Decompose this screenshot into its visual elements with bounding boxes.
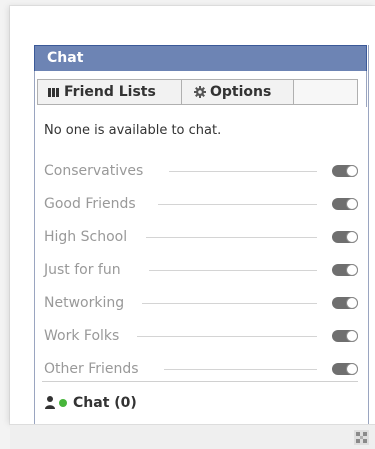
- friend-list-label: Just for fun: [44, 262, 121, 278]
- friend-list-label: High School: [44, 229, 128, 245]
- online-status-dot: [59, 399, 67, 407]
- friend-list-toggle[interactable]: [332, 264, 358, 276]
- friend-list-toggle[interactable]: [332, 198, 358, 210]
- friend-list-other-friends[interactable]: Other Friends: [44, 358, 358, 380]
- resize-grip-icon[interactable]: [354, 430, 369, 445]
- friend-list-toggle[interactable]: [332, 330, 358, 342]
- chat-status-text: No one is available to chat.: [44, 123, 222, 138]
- toggle-knob: [347, 199, 357, 209]
- row-divider: [137, 336, 317, 337]
- chat-title: Chat: [47, 50, 84, 66]
- friend-list-toggle[interactable]: [332, 297, 358, 309]
- gear-icon: [194, 86, 206, 98]
- friend-list-label: Conservatives: [44, 163, 144, 179]
- friend-list-toggle[interactable]: [332, 231, 358, 243]
- person-icon: [45, 396, 55, 409]
- friend-list-label: Other Friends: [44, 361, 139, 377]
- toggle-knob: [347, 232, 357, 242]
- friend-list-label: Good Friends: [44, 196, 136, 212]
- toggle-knob: [347, 166, 357, 176]
- toggle-knob: [347, 331, 357, 341]
- friend-list-label: Work Folks: [44, 328, 120, 344]
- row-divider: [169, 171, 317, 172]
- toggle-knob: [347, 265, 357, 275]
- friend-list-high-school[interactable]: High School: [44, 226, 358, 248]
- friend-list-toggle[interactable]: [332, 165, 358, 177]
- friend-list-good-friends[interactable]: Good Friends: [44, 193, 358, 215]
- chat-titlebar[interactable]: Chat: [34, 45, 367, 71]
- friend-list-just-for-fun[interactable]: Just for fun: [44, 259, 358, 281]
- row-divider: [158, 204, 317, 205]
- status-bar: [10, 424, 375, 449]
- toggle-knob: [347, 298, 357, 308]
- footer-divider: [42, 381, 358, 382]
- friend-list-conservatives[interactable]: Conservatives: [44, 160, 358, 182]
- tab-spacer: [293, 79, 358, 105]
- friend-list-work-folks[interactable]: Work Folks: [44, 325, 358, 347]
- chat-tabbar: Friend Lists Options: [34, 71, 367, 107]
- friend-list-toggle[interactable]: [332, 363, 358, 375]
- chat-count-label: Chat (0): [73, 395, 137, 411]
- row-divider: [142, 303, 317, 304]
- friend-list-label: Networking: [44, 295, 125, 311]
- row-divider: [164, 369, 317, 370]
- row-divider: [146, 237, 317, 238]
- grid-icon: [48, 88, 59, 97]
- tab-options-label: Options: [210, 84, 272, 100]
- toggle-knob: [347, 364, 357, 374]
- row-divider: [149, 270, 317, 271]
- tab-friend-lists[interactable]: Friend Lists: [37, 79, 182, 105]
- friend-list-networking[interactable]: Networking: [44, 292, 358, 314]
- tab-options[interactable]: Options: [181, 79, 294, 105]
- tab-friend-lists-label: Friend Lists: [64, 84, 156, 100]
